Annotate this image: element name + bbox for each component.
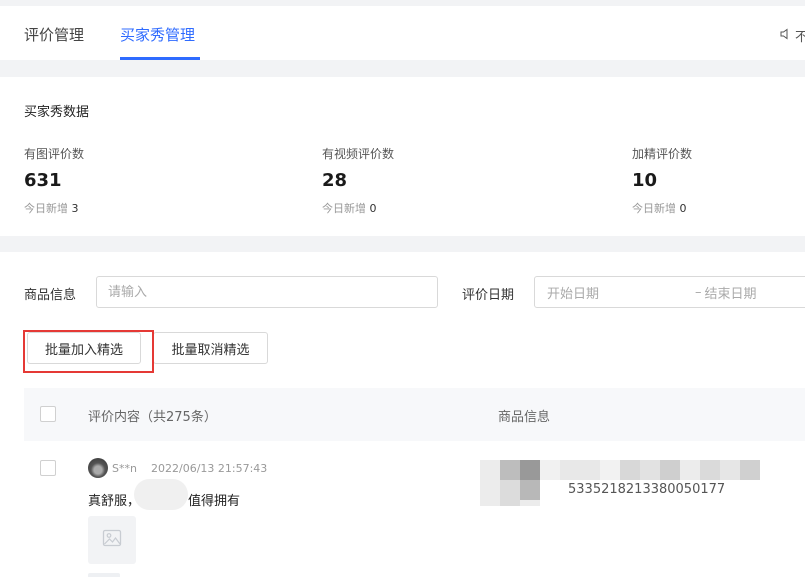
product-search-input[interactable]: [97, 277, 437, 307]
highlight-annotation: [23, 330, 154, 373]
notice[interactable]: 不: [780, 26, 805, 45]
reviewer-name: S**n: [112, 462, 137, 475]
stat-label: 加精评价数: [632, 147, 693, 161]
review-image-thumbnail[interactable]: [88, 516, 136, 564]
stats-title: 买家秀数据: [24, 105, 90, 120]
stat-label: 有图评价数: [24, 147, 85, 161]
stat-today: 今日新增 0: [322, 200, 394, 216]
date-start-placeholder[interactable]: 开始日期: [547, 283, 599, 302]
column-header-product: 商品信息: [498, 410, 551, 425]
speaker-icon: [780, 28, 792, 44]
stat-today-label: 今日新增: [322, 202, 366, 215]
tab-buyer-show-management[interactable]: 买家秀管理: [120, 24, 195, 45]
review-text: 真舒服，: [88, 494, 141, 509]
date-end-placeholder[interactable]: 结束日期: [705, 283, 757, 302]
column-header-review: 评价内容（共275条）: [88, 410, 217, 425]
stat-featured-reviews: 加精评价数 10 今日新增 0: [632, 145, 692, 216]
blurred-text-mask: [134, 479, 188, 510]
stat-video-reviews: 有视频评价数 28 今日新增 0: [322, 145, 394, 216]
date-range-picker[interactable]: 开始日期 – 结束日期: [534, 276, 805, 308]
product-id: 5335218213380050177: [568, 482, 726, 497]
stat-today-label: 今日新增: [632, 202, 676, 215]
select-all-checkbox[interactable]: [40, 406, 56, 422]
stat-today-value: 3: [71, 202, 79, 215]
image-placeholder-icon: [102, 528, 122, 552]
notice-text: 不: [795, 30, 805, 45]
stat-value: 28: [322, 170, 348, 191]
date-filter-label: 评价日期: [462, 288, 515, 303]
active-tab-indicator: [120, 57, 200, 60]
date-separator: –: [695, 284, 702, 300]
tab-review-management[interactable]: 评价管理: [24, 24, 84, 45]
stat-today-value: 0: [679, 202, 687, 215]
review-time: 2022/06/13 21:57:43: [151, 462, 268, 475]
avatar: [88, 458, 108, 478]
stat-value: 10: [632, 170, 658, 191]
stat-image-reviews: 有图评价数 631 今日新增 3: [24, 145, 84, 216]
stat-today: 今日新增 0: [632, 200, 692, 216]
product-filter-label: 商品信息: [24, 288, 77, 303]
batch-remove-featured-button[interactable]: 批量取消精选: [153, 332, 268, 364]
stat-today: 今日新增 3: [24, 200, 84, 216]
review-text-end: 值得拥有: [188, 494, 241, 509]
buyer-show-stats-panel: 买家秀数据 有图评价数 631 今日新增 3 有视频评价数 28 今日新增 0 …: [0, 77, 805, 236]
tabs-bar: 评价管理 买家秀管理 不: [0, 6, 805, 60]
review-image-thumbnail-2[interactable]: [88, 573, 120, 577]
stat-today-label: 今日新增: [24, 202, 68, 215]
stat-today-value: 0: [369, 202, 377, 215]
stat-label: 有视频评价数: [322, 147, 395, 161]
row-checkbox[interactable]: [40, 460, 56, 476]
stat-value: 631: [24, 170, 62, 191]
product-search-field: [96, 276, 438, 308]
table-header: 评价内容（共275条） 商品信息: [24, 388, 805, 441]
